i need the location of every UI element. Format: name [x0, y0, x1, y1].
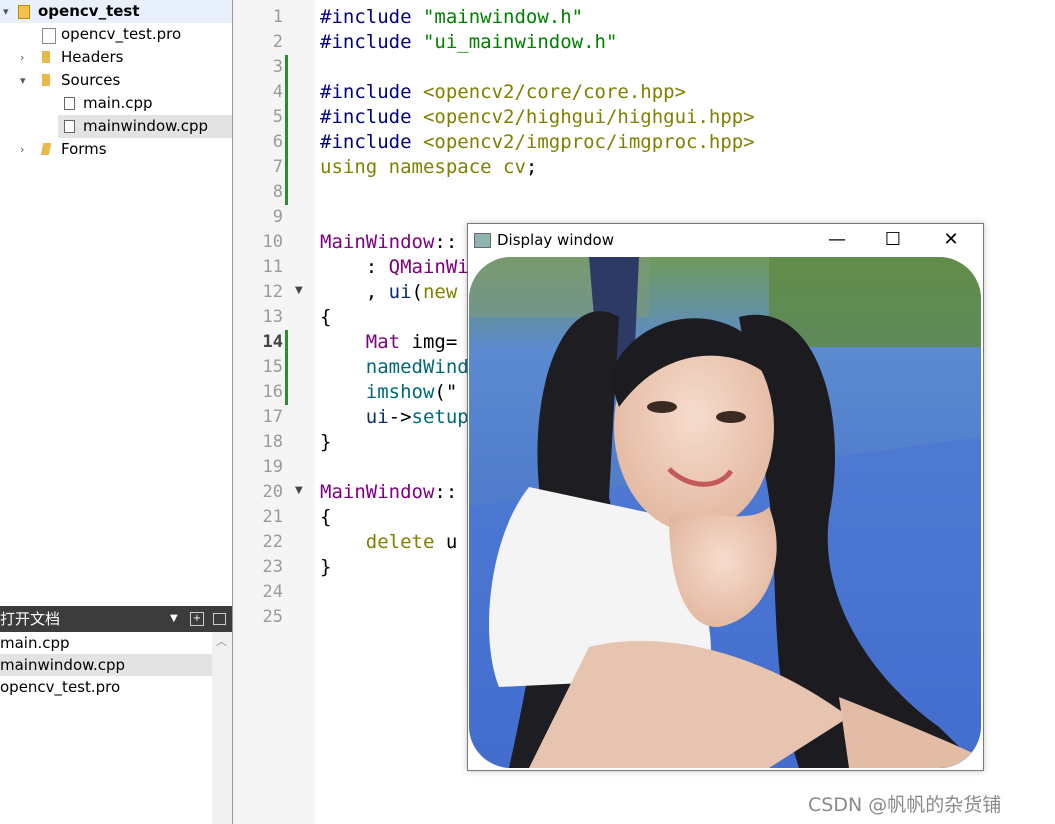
code-line: #include "mainwindow.h" [320, 6, 584, 28]
open-document-item[interactable]: opencv_test.pro [0, 676, 212, 698]
tree-item-mainwindow-cpp[interactable]: mainwindow.cpp [58, 115, 232, 138]
line-number: 22 [262, 532, 283, 552]
open-documents-list: main.cpp mainwindow.cpp opencv_test.pro [0, 632, 212, 824]
modified-lines-marker [285, 55, 288, 205]
line-number: 10 [262, 232, 283, 252]
line-number: 23 [262, 557, 283, 577]
tree-item-label: mainwindow.cpp [83, 117, 209, 135]
folder-icon [42, 74, 50, 86]
line-number: 16 [262, 382, 283, 402]
code-line: ui->setup [365, 406, 469, 428]
project-tree: ▾ opencv_test opencv_test.pro › Headers … [0, 0, 232, 606]
open-document-item[interactable]: mainwindow.cpp [0, 654, 212, 676]
line-number: 12 [262, 282, 283, 302]
tree-item-label: Headers [61, 48, 124, 66]
code-line: } [320, 556, 332, 578]
tree-item-headers[interactable]: › Headers [0, 46, 232, 69]
code-line: MainWindow:: [320, 231, 458, 253]
code-line: , ui(new [320, 281, 458, 303]
tree-item-main-cpp[interactable]: main.cpp [0, 92, 232, 115]
line-number: 4 [272, 82, 283, 102]
displayed-photo [469, 257, 981, 768]
code-line: { [320, 306, 332, 328]
line-number: 13 [262, 307, 283, 327]
line-number: 20 [262, 482, 283, 502]
fold-arrow-icon[interactable]: ▼ [295, 485, 303, 496]
tree-item-label: main.cpp [83, 94, 153, 112]
tree-item-label: opencv_test.pro [61, 25, 182, 43]
open-documents-title: 打开文档 [0, 610, 61, 628]
open-documents-scrollbar[interactable]: ︿ [212, 632, 232, 824]
code-line: #include <opencv2/core/core.hpp> [320, 81, 687, 103]
line-number: 15 [262, 357, 283, 377]
code-line: } [320, 431, 332, 453]
code-line: { [320, 506, 332, 528]
line-number: 19 [262, 457, 283, 477]
window-icon [474, 233, 491, 248]
tree-item-forms[interactable]: › Forms [0, 138, 232, 161]
maximize-button[interactable]: ☐ [870, 224, 916, 255]
code-line: #include <opencv2/imgproc/imgproc.hpp> [320, 131, 755, 153]
line-number: 11 [262, 257, 283, 277]
minimize-button[interactable]: — [814, 224, 860, 255]
code-line: Mat img= [365, 331, 458, 353]
open-documents-header: 打开文档 ▼ + [0, 606, 232, 632]
tree-item-label: opencv_test [38, 2, 140, 20]
tree-item-label: Sources [61, 71, 121, 89]
scroll-up-icon[interactable]: ︿ [216, 633, 227, 649]
line-number: 1 [272, 7, 283, 27]
code-line: imshow(" [365, 381, 458, 403]
line-number: 25 [262, 607, 283, 627]
code-line: namedWind [365, 356, 469, 378]
project-icon [18, 5, 30, 19]
code-line: delete u [365, 531, 458, 553]
line-number: 14 [262, 332, 283, 352]
chevron-down-icon[interactable]: ▾ [3, 0, 9, 23]
line-number: 9 [272, 207, 283, 227]
dropdown-arrow-icon[interactable]: ▼ [170, 606, 178, 632]
cpp-file-icon [64, 97, 75, 110]
line-number: 6 [272, 132, 283, 152]
line-number: 21 [262, 507, 283, 527]
modified-lines-marker [285, 330, 288, 405]
code-line: : QMainWi [320, 256, 469, 278]
code-line: #include "ui_mainwindow.h" [320, 31, 618, 53]
line-number: 17 [262, 407, 283, 427]
line-number: 18 [262, 432, 283, 452]
close-button[interactable]: ✕ [928, 224, 974, 255]
line-number: 2 [272, 32, 283, 52]
split-icon[interactable]: + [190, 612, 204, 626]
chevron-right-icon[interactable]: › [20, 138, 24, 161]
folder-icon [42, 51, 50, 63]
line-number: 3 [272, 57, 283, 77]
tree-item-project-root[interactable]: ▾ opencv_test [0, 0, 232, 23]
pro-file-icon [42, 28, 56, 44]
cpp-file-icon [64, 120, 75, 133]
display-window-titlebar[interactable]: Display window — ☐ ✕ [468, 224, 983, 255]
line-number: 24 [262, 582, 283, 602]
watermark-text: CSDN @帆帆的杂货铺 [808, 794, 1002, 816]
code-line: MainWindow:: [320, 481, 458, 503]
tree-item-sources[interactable]: ▾ Sources [0, 69, 232, 92]
tree-item-pro-file[interactable]: opencv_test.pro [0, 23, 232, 46]
close-pane-icon[interactable] [213, 613, 226, 625]
line-number: 5 [272, 107, 283, 127]
chevron-down-icon[interactable]: ▾ [20, 69, 26, 92]
line-number: 8 [272, 182, 283, 202]
fold-arrow-icon[interactable]: ▼ [295, 285, 303, 296]
display-window-title: Display window [497, 231, 614, 249]
display-window[interactable]: Display window — ☐ ✕ [467, 223, 984, 771]
open-document-item[interactable]: main.cpp [0, 632, 212, 654]
tree-item-label: Forms [61, 140, 107, 158]
line-number: 7 [272, 157, 283, 177]
editor-gutter: 1 2 3 4 5 6 7 8 9 10 11 12 13 14 15 16 17 18 19 20 21 22 23 24 2… [233, 0, 315, 824]
folder-icon [40, 143, 52, 155]
code-line: using namespace cv; [320, 156, 538, 178]
code-line: #include <opencv2/highgui/highgui.hpp> [320, 106, 755, 128]
chevron-right-icon[interactable]: › [20, 46, 24, 69]
